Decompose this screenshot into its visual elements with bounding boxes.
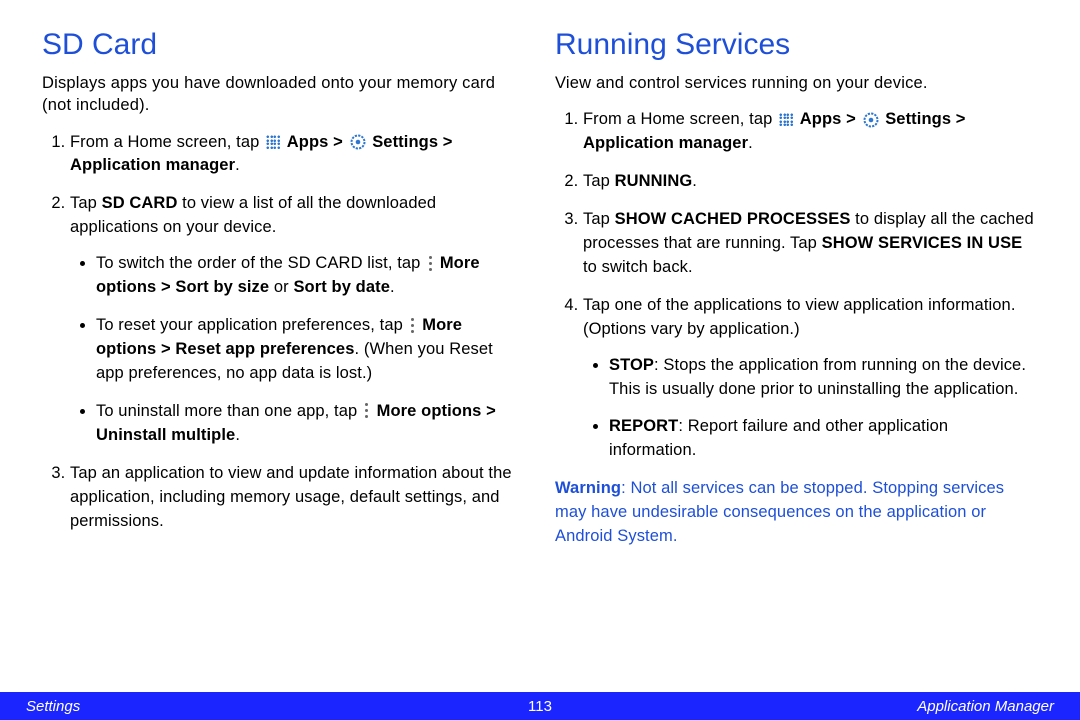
rstep1-settings: Settings xyxy=(885,110,951,128)
bul3-c: . xyxy=(235,426,240,444)
more-options-icon xyxy=(410,318,416,334)
footer-right: Application Manager xyxy=(917,698,1054,715)
bullet-sort: To switch the order of the SD CARD list,… xyxy=(96,252,525,300)
rstep-3: Tap SHOW CACHED PROCESSES to display all… xyxy=(583,208,1038,280)
bul2-a: To reset your application preferences, t… xyxy=(96,316,408,334)
step1-appmgr: Application manager xyxy=(70,156,235,174)
bul3-a: To uninstall more than one app, tap xyxy=(96,402,362,420)
step1-text-pre: From a Home screen, tap xyxy=(70,133,264,151)
rstep1-gt1: > xyxy=(841,110,860,128)
intro-running: View and control services running on you… xyxy=(555,72,1038,94)
bullet-reset: To reset your application preferences, t… xyxy=(96,314,525,386)
more-options-icon xyxy=(427,256,433,272)
bul1-e: . xyxy=(390,278,395,296)
bullets-running: STOP: Stops the application from running… xyxy=(583,354,1038,464)
manual-page: SD Card Displays apps you have downloade… xyxy=(0,0,1080,720)
rstep2-a: Tap xyxy=(583,172,615,190)
step1-settings: Settings xyxy=(372,133,438,151)
rstep-2: Tap RUNNING. xyxy=(583,170,1038,194)
step-3: Tap an application to view and update in… xyxy=(70,462,525,534)
rstep-4: Tap one of the applications to view appl… xyxy=(583,294,1038,464)
step-2: Tap SD CARD to view a list of all the do… xyxy=(70,192,525,447)
rstep1-apps: Apps xyxy=(800,110,842,128)
step1-apps: Apps xyxy=(287,133,329,151)
apps-grid-icon xyxy=(779,113,793,127)
column-sdcard: SD Card Displays apps you have downloade… xyxy=(42,28,525,640)
rbul2-a: REPORT xyxy=(609,417,678,435)
rstep2-b: RUNNING xyxy=(615,172,693,190)
intro-sdcard: Displays apps you have downloaded onto y… xyxy=(42,72,525,117)
rstep4: Tap one of the applications to view appl… xyxy=(583,296,1016,338)
content-columns: SD Card Displays apps you have downloade… xyxy=(0,0,1080,640)
page-footer: Settings 113 Application Manager xyxy=(0,692,1080,720)
settings-gear-icon xyxy=(863,112,879,128)
rstep1-pre: From a Home screen, tap xyxy=(583,110,777,128)
bullets-sdcard: To switch the order of the SD CARD list,… xyxy=(70,252,525,447)
footer-left: Settings xyxy=(26,698,80,715)
warning-text: Warning: Not all services can be stopped… xyxy=(555,477,1038,549)
rstep2-c: . xyxy=(692,172,697,190)
bul1-d: Sort by date xyxy=(293,278,390,296)
warn-b: : Not all services can be stopped. Stopp… xyxy=(555,479,1004,545)
step1-gt2: > xyxy=(438,133,452,151)
bul1-a: To switch the order of the SD CARD list,… xyxy=(96,254,425,272)
rstep1-appmgr: Application manager xyxy=(583,134,748,152)
column-running: Running Services View and control servic… xyxy=(555,28,1038,640)
heading-sdcard: SD Card xyxy=(42,28,525,62)
rstep3-e: to switch back. xyxy=(583,258,693,276)
step1-period: . xyxy=(235,156,240,174)
step-1: From a Home screen, tap Apps > Settings … xyxy=(70,131,525,179)
settings-gear-icon xyxy=(350,134,366,150)
rstep-1: From a Home screen, tap Apps > Settings … xyxy=(583,108,1038,156)
warn-a: Warning xyxy=(555,479,621,497)
rstep3-d: SHOW SERVICES IN USE xyxy=(822,234,1023,252)
step1-gt1: > xyxy=(328,133,347,151)
rstep1-period: . xyxy=(748,134,753,152)
heading-running: Running Services xyxy=(555,28,1038,62)
bullet-stop: STOP: Stops the application from running… xyxy=(609,354,1038,402)
bullet-uninstall: To uninstall more than one app, tap More… xyxy=(96,400,525,448)
rstep3-b: SHOW CACHED PROCESSES xyxy=(615,210,851,228)
steps-running: From a Home screen, tap Apps > Settings … xyxy=(555,108,1038,463)
rbul1-b: : Stops the application from running on … xyxy=(609,356,1026,398)
footer-page-number: 113 xyxy=(528,698,552,715)
rstep3-a: Tap xyxy=(583,210,615,228)
bullet-report: REPORT: Report failure and other applica… xyxy=(609,415,1038,463)
steps-sdcard: From a Home screen, tap Apps > Settings … xyxy=(42,131,525,534)
step2-a: Tap xyxy=(70,194,102,212)
bul1-c: or xyxy=(269,278,293,296)
rstep1-gt2: > xyxy=(951,110,965,128)
rbul1-a: STOP xyxy=(609,356,654,374)
apps-grid-icon xyxy=(266,135,280,149)
more-options-icon xyxy=(364,403,370,419)
step2-b: SD CARD xyxy=(102,194,178,212)
